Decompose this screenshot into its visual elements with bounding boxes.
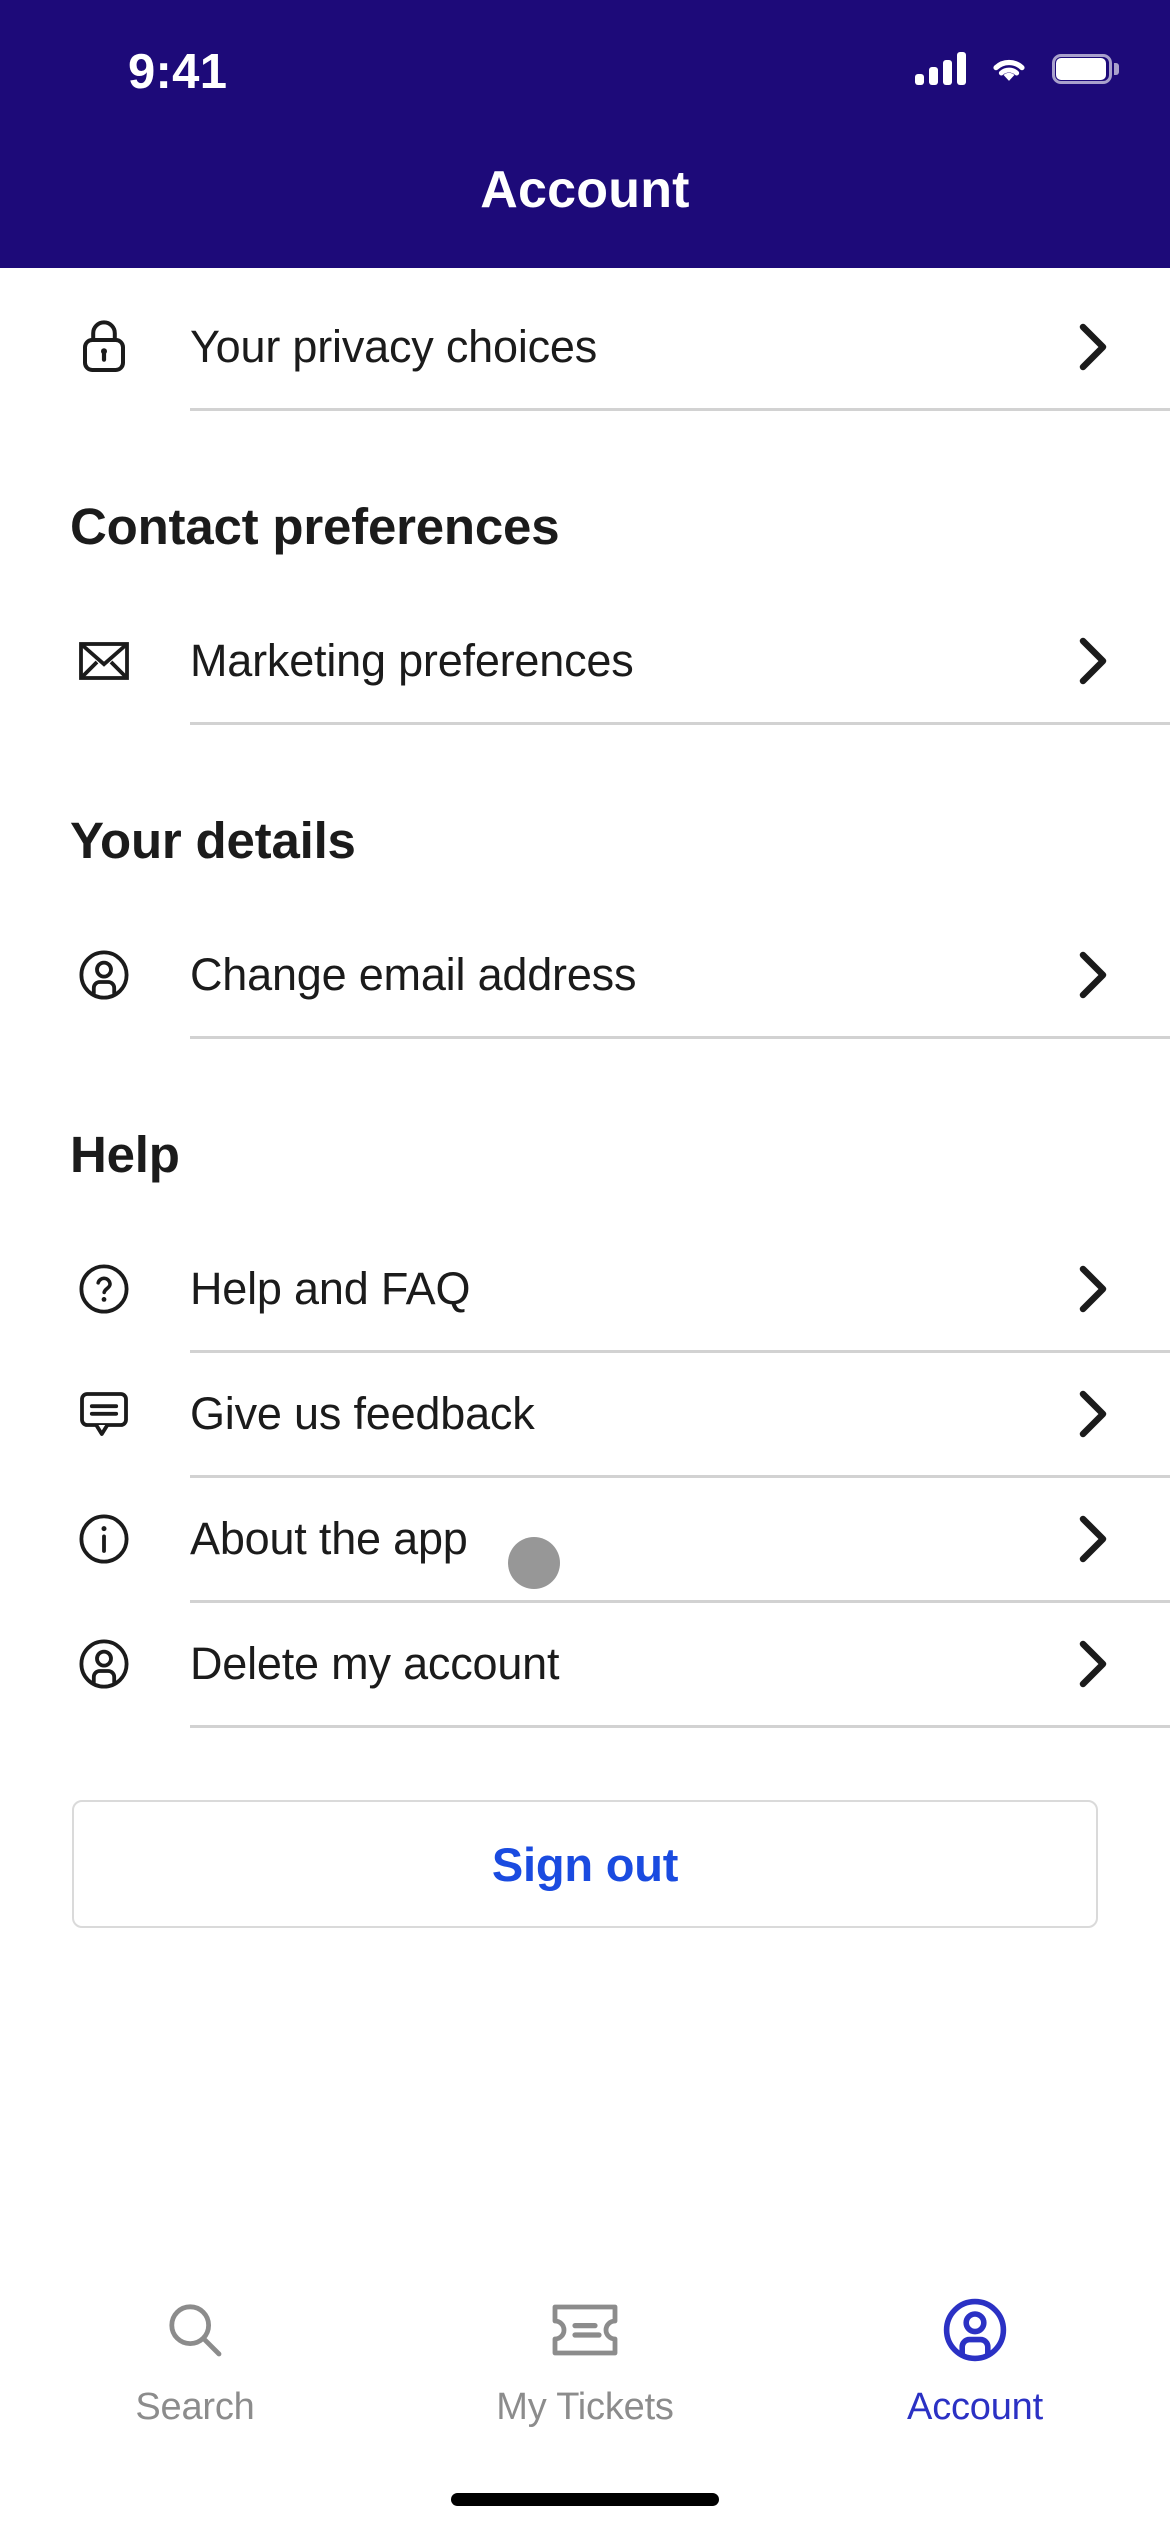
section-heading-your-details: Your details [70, 812, 356, 869]
chevron-right-icon [1079, 323, 1107, 371]
tab-label: My Tickets [496, 2386, 674, 2428]
sign-out-button[interactable]: Sign out [72, 1800, 1098, 1928]
chevron-right-icon [1079, 951, 1107, 999]
battery-icon [1052, 53, 1119, 84]
chevron-right-icon [1079, 637, 1107, 685]
list-item-label: Help and FAQ [190, 1263, 471, 1314]
status-bar: 9:41 [0, 0, 1170, 132]
info-circle-icon [70, 1505, 138, 1573]
chevron-right-icon [1079, 1390, 1107, 1438]
list-item-label: Marketing preferences [190, 635, 634, 686]
list-item-label: Delete my account [190, 1638, 560, 1689]
status-bar-icons [915, 52, 1119, 85]
tab-label: Account [907, 2386, 1043, 2428]
list-item-label: Give us feedback [190, 1388, 535, 1439]
chevron-right-icon [1079, 1640, 1107, 1688]
wifi-icon [993, 59, 1025, 81]
search-icon [163, 2292, 227, 2368]
chevron-right-icon [1079, 1265, 1107, 1313]
list-item-label: Change email address [190, 949, 637, 1000]
tab-my-tickets[interactable]: My Tickets [390, 2292, 780, 2429]
person-circle-icon [70, 1630, 138, 1698]
chevron-right-icon [1079, 1515, 1107, 1563]
tab-label: Search [135, 2386, 255, 2428]
person-circle-icon [941, 2292, 1009, 2368]
list-item-help-and-faq[interactable]: Help and FAQ [0, 1228, 1170, 1350]
list-item-label: Your privacy choices [190, 321, 598, 372]
list-item-label: About the app [190, 1513, 468, 1564]
home-indicator [451, 2493, 719, 2506]
settings-list: Your privacy choices Contact preferences… [0, 268, 1170, 2258]
person-circle-icon [70, 941, 138, 1009]
ticket-icon [549, 2292, 621, 2368]
envelope-icon [70, 627, 138, 695]
phone-screen: 9:41 Account Your privacy choices Contac… [0, 0, 1170, 2532]
section-heading-help: Help [70, 1126, 180, 1183]
list-item-give-us-feedback[interactable]: Give us feedback [0, 1353, 1170, 1475]
navigation-header: 9:41 Account [0, 0, 1170, 268]
cellular-signal-icon [915, 52, 966, 85]
list-item-marketing-preferences[interactable]: Marketing preferences [0, 600, 1170, 722]
list-item-change-email-address[interactable]: Change email address [0, 914, 1170, 1036]
lock-icon [70, 313, 138, 381]
tab-account[interactable]: Account [780, 2292, 1170, 2429]
question-circle-icon [70, 1255, 138, 1323]
speech-bubble-icon [70, 1380, 138, 1448]
list-item-delete-my-account[interactable]: Delete my account [0, 1603, 1170, 1725]
section-heading-contact-preferences: Contact preferences [70, 498, 560, 555]
list-item-about-the-app[interactable]: About the app [0, 1478, 1170, 1600]
status-bar-time: 9:41 [128, 45, 228, 99]
page-title: Account [480, 161, 690, 219]
tab-search[interactable]: Search [0, 2292, 390, 2429]
sign-out-container: Sign out [0, 1728, 1170, 1928]
tap-indicator [508, 1537, 560, 1589]
list-item-your-privacy-choices[interactable]: Your privacy choices [0, 286, 1170, 408]
bottom-tab-bar: Search My Tickets Account [0, 2258, 1170, 2532]
